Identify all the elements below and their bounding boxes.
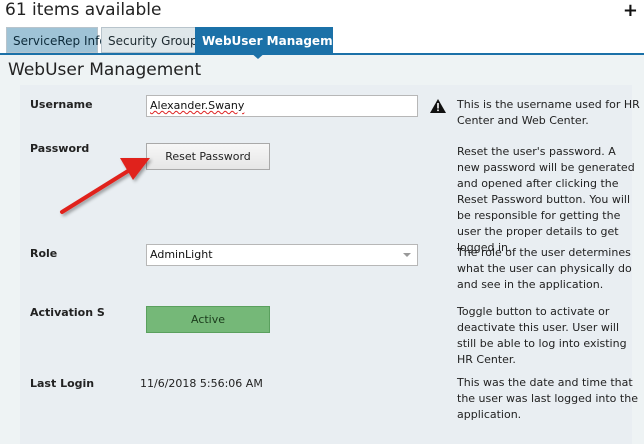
last-login-label: Last Login [30, 377, 95, 390]
activation-status-label: Activation S [30, 306, 105, 319]
username-label: Username [30, 98, 93, 111]
plus-icon[interactable]: + [623, 0, 638, 21]
form-content: Username Alexander.Swany This is the use… [20, 85, 640, 444]
activation-help: Toggle button to activate or deactivate … [457, 305, 627, 366]
username-value: Alexander.Swany [150, 99, 245, 112]
role-help: The role of the user determines what the… [457, 246, 632, 291]
section-title: WebUser Management [8, 60, 202, 80]
role-select[interactable]: AdminLight [146, 244, 418, 266]
role-label: Role [30, 247, 58, 260]
reset-password-button[interactable]: Reset Password [146, 143, 270, 170]
password-help: Reset the user's password. A new passwor… [457, 145, 635, 254]
tab-webuser-management[interactable]: WebUser Management [195, 27, 355, 53]
username-input[interactable]: Alexander.Swany [146, 95, 418, 117]
chevron-down-icon [403, 253, 411, 257]
password-label: Password [30, 142, 90, 155]
items-count: 61 items available [5, 0, 162, 20]
activation-toggle-button[interactable]: Active [146, 306, 270, 333]
top-bar: 61 items available + [0, 0, 644, 26]
webuser-panel: WebUser Management Username Alexander.Sw… [0, 53, 644, 444]
tab-security-groups[interactable]: Security Groups [101, 27, 204, 53]
active-tab-pointer [250, 52, 266, 59]
tab-servicerep-info[interactable]: ServiceRep Info [6, 27, 107, 53]
role-selected-value: AdminLight [150, 248, 213, 261]
warning-icon [430, 99, 446, 113]
last-login-value: 11/6/2018 5:56:06 AM [140, 377, 263, 390]
last-login-help: This was the date and time that the user… [457, 376, 638, 421]
username-help: This is the username used for HR Center … [457, 98, 640, 127]
